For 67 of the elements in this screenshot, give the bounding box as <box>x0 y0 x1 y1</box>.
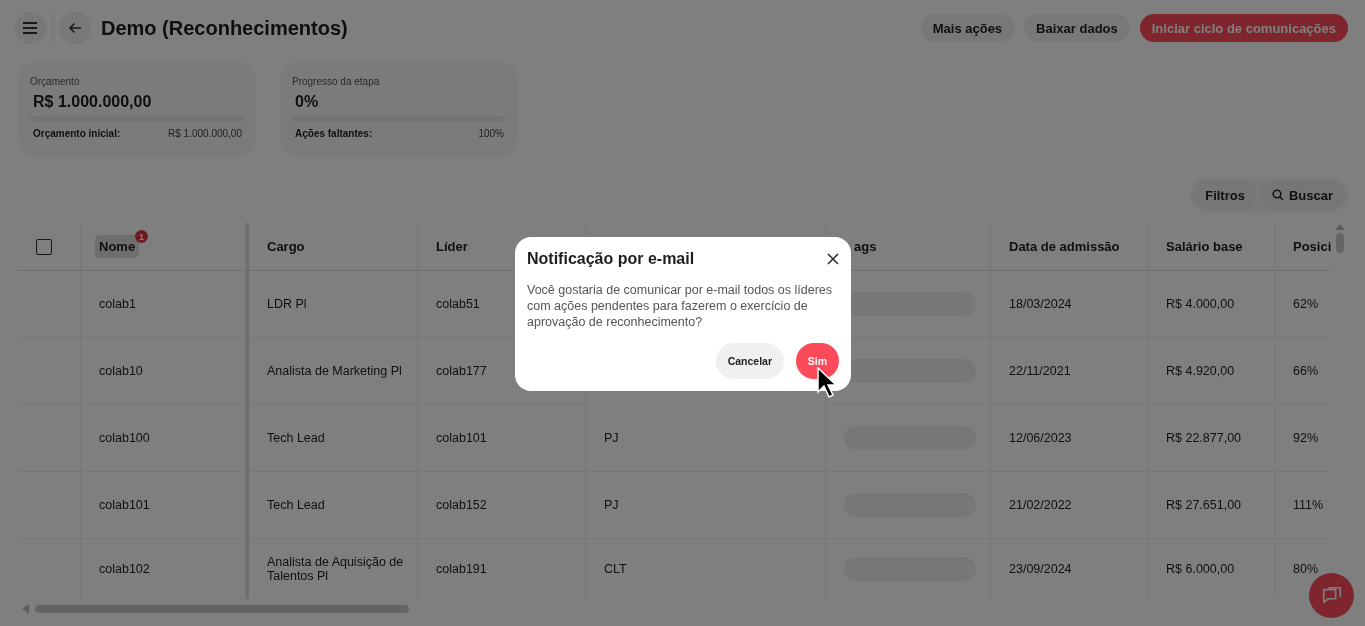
table-cell: 22/11/2021 <box>990 338 1147 405</box>
detail-value: 100% <box>478 128 504 139</box>
table-cell: R$ 22.877,00 <box>1147 405 1274 472</box>
detail-label: Orçamento inicial: <box>33 128 121 139</box>
search-icon <box>1271 189 1284 201</box>
card-value: R$ 1.000.000,00 <box>33 93 153 111</box>
table-cell: PJ <box>585 472 825 539</box>
table-cell: 12/06/2023 <box>990 405 1147 472</box>
filters-button[interactable]: Filtros <box>1193 181 1257 209</box>
column-header[interactable]: Cargo <box>263 235 309 258</box>
table-cell: colab101 <box>80 472 245 539</box>
table-cell: R$ 4.000,00 <box>1147 271 1274 338</box>
table-cell: Analista de Aquisição de Talentos Pl <box>245 539 417 599</box>
table-cell: Tech Lead <box>245 405 417 472</box>
table-cell: R$ 4.920,00 <box>1147 338 1274 405</box>
table-cell: LDR Pl <box>245 271 417 338</box>
table-cell: PJ <box>585 405 825 472</box>
table-cell: colab10 <box>80 338 245 405</box>
table-cell: 66% <box>1274 338 1330 405</box>
table-cell: colab102 <box>80 539 245 599</box>
table-cell: 92% <box>1274 405 1330 472</box>
scroll-left-icon <box>22 604 30 614</box>
table-cell: colab191 <box>417 539 585 599</box>
table-cell: 62% <box>1274 271 1330 338</box>
table-cell: CLT <box>585 539 825 599</box>
table-cell: Analista de Marketing Pl <box>245 338 417 405</box>
chat-button[interactable] <box>1309 573 1354 618</box>
card-value: 0% <box>295 93 320 111</box>
detail-value: R$ 1.000.000,00 <box>168 128 242 139</box>
table-cell: R$ 6.000,00 <box>1147 539 1274 599</box>
table-cell: 21/02/2022 <box>990 472 1147 539</box>
back-arrow-icon <box>68 22 82 34</box>
table-cell: 18/03/2024 <box>990 271 1147 338</box>
vertical-scrollbar <box>1336 233 1344 253</box>
column-header[interactable]: Posici <box>1289 235 1336 258</box>
confirm-button[interactable]: Sim <box>796 343 839 379</box>
close-icon <box>827 253 839 265</box>
detail-label: Ações faltantes: <box>295 128 373 139</box>
menu-button[interactable] <box>14 12 46 44</box>
table-cell: colab152 <box>417 472 585 539</box>
table-cell: colab1 <box>80 271 245 338</box>
menu-icon <box>22 22 38 34</box>
select-all-checkbox[interactable] <box>36 238 52 255</box>
column-header[interactable]: ags <box>850 235 881 258</box>
card-label: Progresso da etapa <box>292 76 381 87</box>
scroll-up-icon <box>1335 224 1345 230</box>
action-button[interactable]: Mais ações <box>920 14 1015 42</box>
search-button[interactable]: Buscar <box>1259 181 1345 209</box>
table-cell: Tech Lead <box>245 472 417 539</box>
table-cell: 111% <box>1274 472 1330 539</box>
dialog-title: Notificação por e-mail <box>527 250 695 268</box>
close-button[interactable] <box>827 253 839 265</box>
table-cell: colab101 <box>417 405 585 472</box>
page-title: Demo (Reconhecimentos) <box>101 16 349 40</box>
column-header[interactable]: Nome <box>95 235 140 258</box>
table-cell: 23/09/2024 <box>990 539 1147 599</box>
column-header[interactable]: Salário base <box>1162 235 1247 258</box>
primary-action-button[interactable]: Iniciar ciclo de comunicações <box>1139 14 1348 42</box>
column-header[interactable]: Data de admissão <box>1005 235 1124 258</box>
table-cell: colab100 <box>80 405 245 472</box>
cancel-button[interactable]: Cancelar <box>715 343 784 379</box>
table-cell: R$ 27.651,00 <box>1147 472 1274 539</box>
card-label: Orçamento <box>30 76 81 87</box>
back-button[interactable] <box>59 12 91 44</box>
column-header[interactable]: Líder <box>432 235 472 258</box>
count-badge: 1 <box>135 230 148 243</box>
action-button[interactable]: Baixar dados <box>1024 14 1130 42</box>
